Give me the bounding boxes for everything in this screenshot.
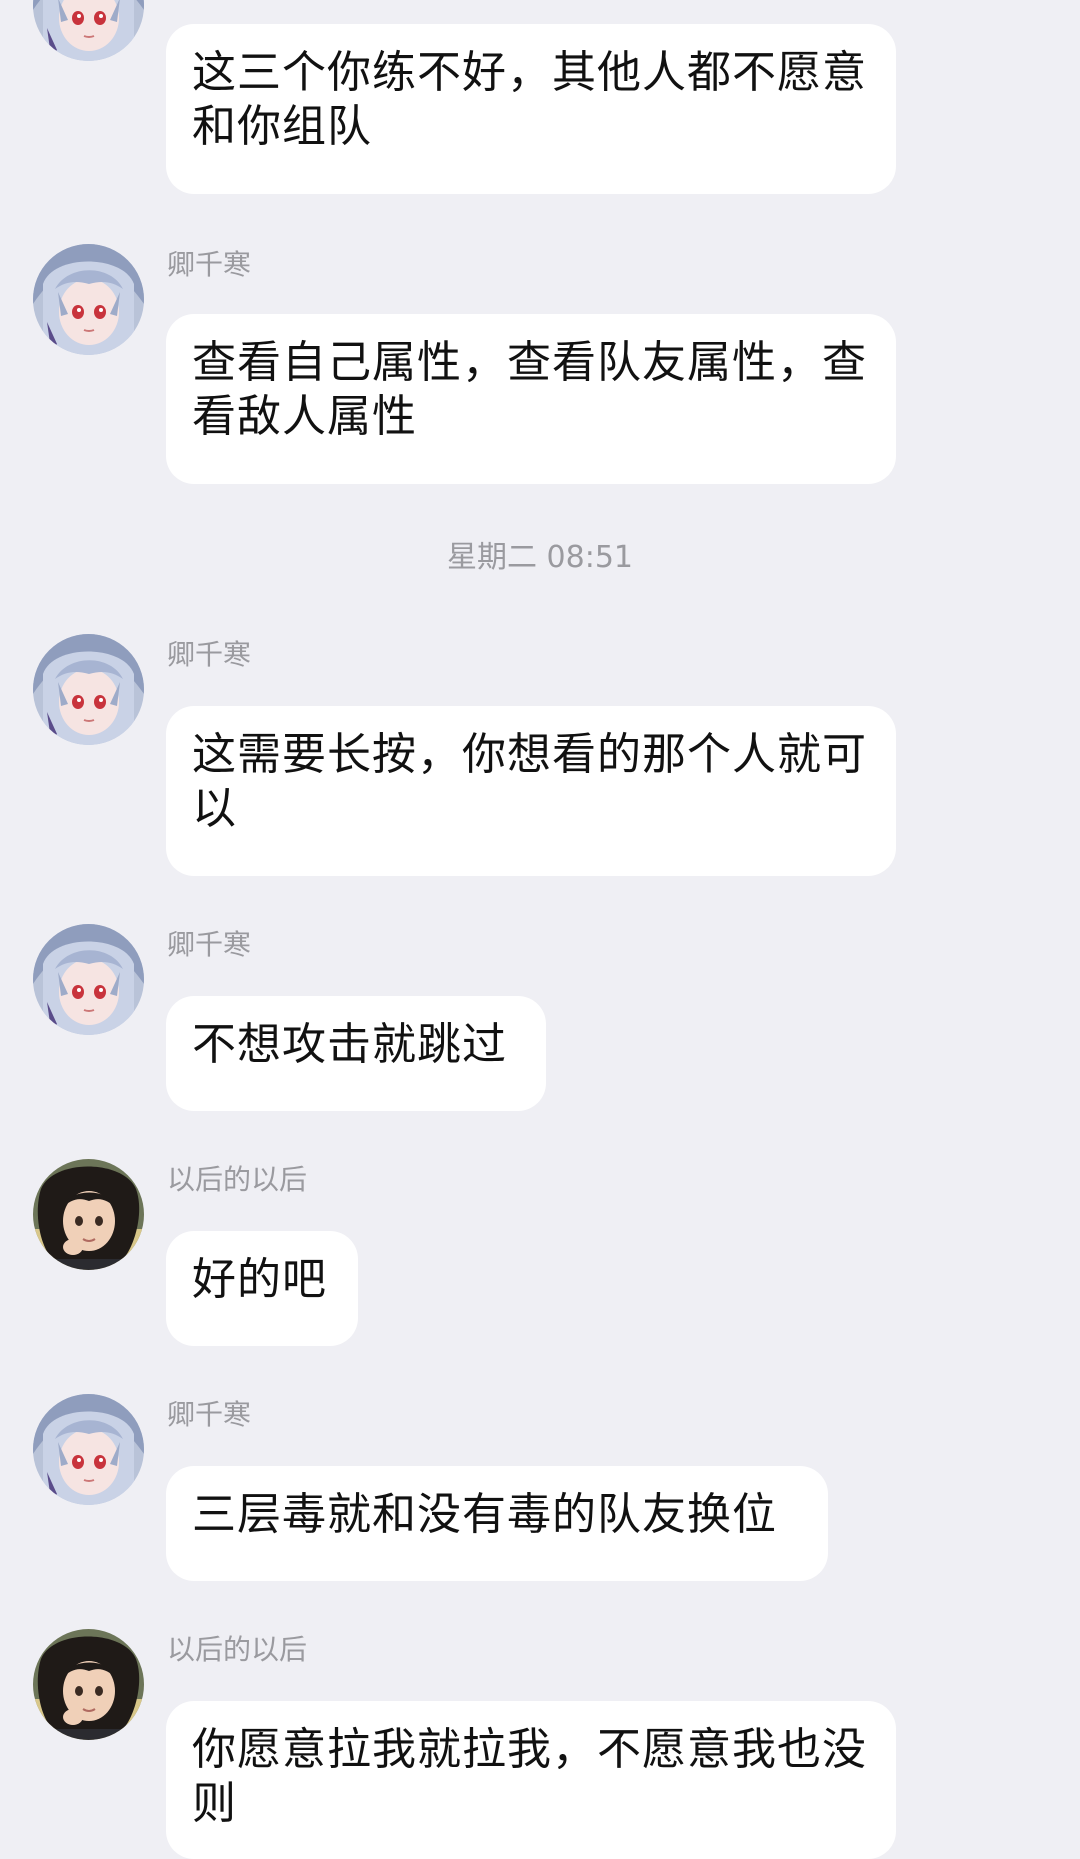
avatar[interactable] [33,0,144,61]
message-bubble[interactable]: 这三个你练不好，其他人都不愿意和你组队 [166,24,896,194]
message-text: 你愿意拉我就拉我，不愿意我也没则 [192,1724,867,1829]
timestamp-divider: 星期二 08:51 [447,540,633,575]
silver-hair-avatar-icon [33,924,144,1035]
sender-name: 以后的以后 [167,1163,308,1196]
chat-message-list[interactable]: 这三个你练不好，其他人都不愿意和你组队 卿千寒 查看自己属性，查看队友属性，查看… [0,0,1080,1859]
dark-hair-avatar-icon [33,1629,144,1740]
avatar[interactable] [33,1159,144,1270]
avatar[interactable] [33,244,144,355]
silver-hair-avatar-icon [33,1394,144,1505]
sender-name: 卿千寒 [167,638,252,671]
message-text: 不想攻击就跳过 [192,1019,507,1070]
message-bubble[interactable]: 你愿意拉我就拉我，不愿意我也没则 [166,1701,896,1859]
sender-name: 卿千寒 [167,248,252,281]
message-text: 这三个你练不好，其他人都不愿意和你组队 [192,47,867,152]
dark-hair-avatar-icon [33,1159,144,1270]
avatar[interactable] [33,1394,144,1505]
silver-hair-avatar-icon [33,634,144,745]
message-text: 这需要长按，你想看的那个人就可以 [192,729,867,834]
message-bubble[interactable]: 查看自己属性，查看队友属性，查看敌人属性 [166,314,896,484]
message-bubble[interactable]: 这需要长按，你想看的那个人就可以 [166,706,896,876]
sender-name: 以后的以后 [167,1633,308,1666]
sender-name: 卿千寒 [167,1398,252,1431]
message-text: 三层毒就和没有毒的队友换位 [192,1489,777,1540]
silver-hair-avatar-icon [33,0,144,61]
message-bubble[interactable]: 三层毒就和没有毒的队友换位 [166,1466,828,1581]
message-text: 查看自己属性，查看队友属性，查看敌人属性 [192,337,867,442]
avatar[interactable] [33,1629,144,1740]
avatar[interactable] [33,634,144,745]
message-bubble[interactable]: 不想攻击就跳过 [166,996,546,1111]
sender-name: 卿千寒 [167,928,252,961]
message-text: 好的吧 [192,1254,327,1305]
avatar[interactable] [33,924,144,1035]
message-bubble[interactable]: 好的吧 [166,1231,358,1346]
silver-hair-avatar-icon [33,244,144,355]
